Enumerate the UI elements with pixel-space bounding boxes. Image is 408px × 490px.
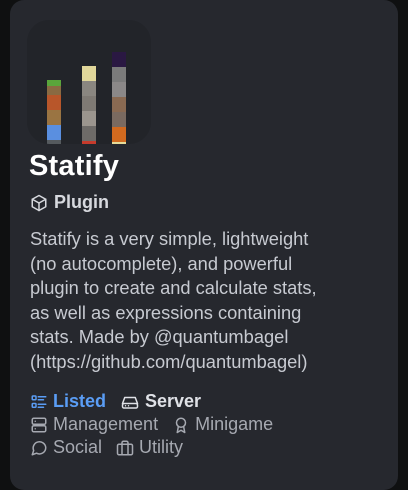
project-type-label: Plugin [54,192,109,212]
environment-label: Server [145,391,202,411]
message-circle-icon [30,439,48,457]
category-label: Utility [139,437,184,457]
project-description: Statify is a very simple, lightweight (n… [30,227,392,374]
project-tags: Listed Server Management Minigame Social… [30,390,400,459]
category-tag-management[interactable]: Management [30,414,158,435]
description-line: Statify is a very simple, lightweight [30,228,309,249]
category-label: Management [53,414,159,434]
description-line: plugin to create and calculate stats, [30,277,317,298]
database-icon [30,416,48,434]
environment-badge: Server [120,391,201,412]
project-card[interactable]: Statify Plugin Statify is a very simple,… [10,0,398,490]
box-icon [30,194,48,212]
bar-icon-left [47,80,61,144]
category-label: Social [53,437,103,457]
description-line: stats. Made by @quantumbagel [30,326,289,347]
list-icon [30,393,48,411]
category-label: Minigame [195,414,274,434]
award-icon [172,416,190,434]
project-type: Plugin [30,192,109,213]
project-icon[interactable] [27,20,151,144]
description-line: (no autocomplete), and powerful [30,252,293,274]
bar-icon-middle [82,66,96,144]
description-line: (https://github.com/quantumbagel) [30,350,308,372]
bar-icon-right [112,52,126,144]
category-tag-social[interactable]: Social [30,437,102,458]
category-tag-minigame[interactable]: Minigame [172,414,273,435]
description-line: as well as expressions containing [30,301,302,323]
server-icon [120,393,140,411]
status-badge: Listed [30,391,106,412]
project-title[interactable]: Statify [29,150,119,183]
briefcase-icon [116,439,134,457]
status-label: Listed [53,391,107,411]
category-tag-utility[interactable]: Utility [116,437,183,458]
